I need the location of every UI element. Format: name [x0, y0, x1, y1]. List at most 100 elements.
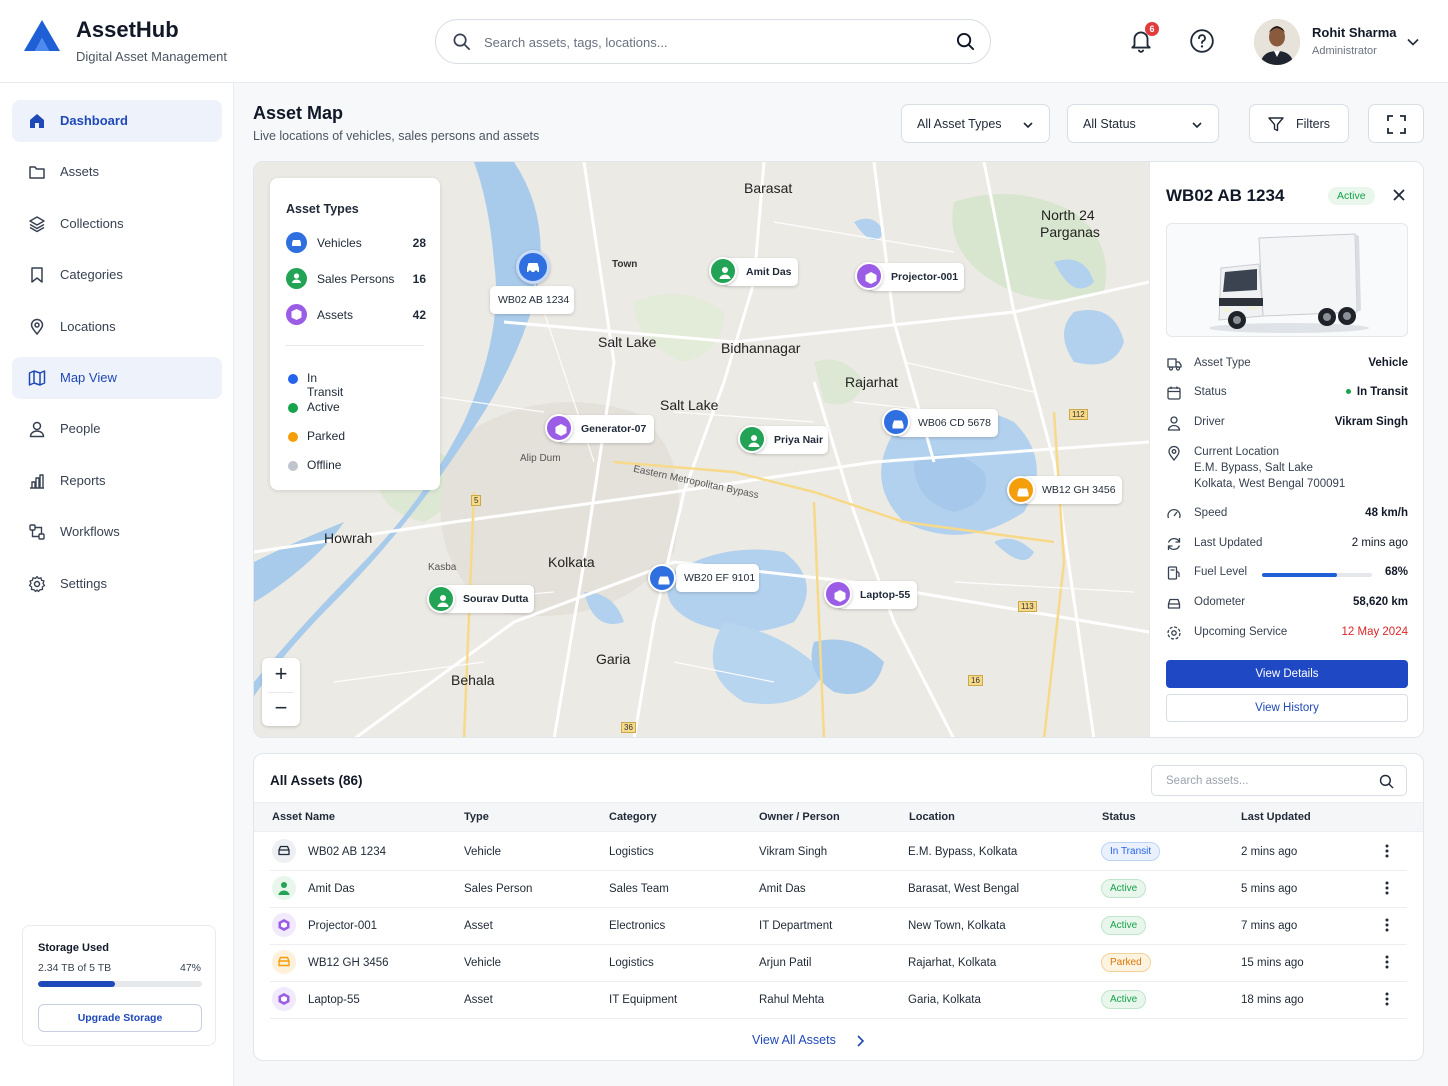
status-badge: Active	[1101, 990, 1147, 1009]
legend-vehicles[interactable]: Vehicles 28	[286, 232, 426, 254]
view-all-assets-link[interactable]: View All Assets	[752, 1033, 836, 1047]
column-header[interactable]: Last Updated	[1241, 811, 1311, 823]
cell-name[interactable]: Amit Das	[308, 883, 355, 895]
column-header[interactable]: Asset Name	[272, 811, 335, 823]
map-marker-wb06[interactable]: WB06 CD 5678	[896, 409, 998, 437]
search-icon	[453, 33, 470, 50]
column-header[interactable]: Owner / Person	[759, 811, 840, 823]
cell-name[interactable]: Laptop-55	[308, 994, 360, 1006]
location-pin-icon	[1168, 445, 1180, 461]
page-subtitle: Live locations of vehicles, sales person…	[253, 129, 540, 143]
detail-driver: Driver Vikram Singh	[1166, 414, 1408, 432]
sidebar-item-dashboard[interactable]: Dashboard	[12, 100, 222, 142]
map-canvas[interactable]: Barasat North 24 Parganas Salt Lake Bidh…	[254, 162, 1149, 737]
sidebar-item-locations[interactable]: Locations	[12, 306, 222, 348]
speedometer-icon	[1167, 508, 1181, 519]
top-header: AssetHub Digital Asset Management 6 Rohi…	[0, 0, 1448, 83]
sidebar-item-map-view[interactable]: Map View	[12, 357, 222, 399]
car-icon	[1167, 598, 1181, 609]
filter-icon	[1268, 117, 1284, 132]
status-select[interactable]: All Status	[1067, 104, 1219, 143]
global-search-input[interactable]	[484, 30, 944, 54]
person-icon	[272, 876, 296, 900]
storage-percent: 47%	[179, 962, 201, 974]
person-icon	[286, 268, 307, 289]
map-marker-sourav-dutta[interactable]: Sourav Dutta	[442, 585, 534, 613]
detail-value: 12 May 2024	[1341, 626, 1409, 638]
assethub-logo[interactable]	[22, 18, 62, 54]
legend-assets[interactable]: Assets 42	[286, 304, 426, 326]
more-options-icon[interactable]	[1385, 992, 1389, 1006]
car-icon[interactable]	[882, 408, 910, 436]
box-icon	[272, 913, 296, 937]
view-details-button[interactable]: View Details	[1166, 660, 1408, 688]
sidebar-item-assets[interactable]: Assets	[12, 151, 222, 193]
cell-name[interactable]: Projector-001	[308, 920, 377, 932]
sidebar-item-workflows[interactable]: Workflows	[12, 511, 222, 553]
sidebar-item-label: People	[60, 421, 101, 436]
sidebar-item-settings[interactable]: Settings	[12, 563, 222, 605]
fullscreen-button[interactable]	[1368, 104, 1424, 143]
sidebar-item-collections[interactable]: Collections	[12, 203, 222, 245]
map-marker-wb12[interactable]: WB12 GH 3456	[1022, 476, 1122, 504]
road-marker: 16	[968, 675, 983, 686]
search-submit-icon[interactable]	[956, 32, 975, 51]
more-options-icon[interactable]	[1385, 844, 1389, 858]
person-icon	[29, 421, 45, 438]
table-search[interactable]	[1151, 765, 1407, 796]
car-icon[interactable]	[1007, 476, 1035, 504]
table-search-input[interactable]	[1166, 772, 1366, 790]
more-options-icon[interactable]	[1385, 955, 1389, 969]
table-row[interactable]: Laptop-55 Asset IT Equipment Rahul Mehta…	[270, 982, 1407, 1019]
sidebar-item-categories[interactable]: Categories	[12, 254, 222, 296]
zoom-out-button[interactable]: −	[262, 692, 300, 726]
status-select-value: All Status	[1083, 117, 1136, 131]
cell-owner: Rahul Mehta	[759, 994, 825, 1006]
chevron-down-icon[interactable]	[1406, 35, 1420, 49]
map-marker-projector[interactable]: Projector-001	[869, 263, 964, 291]
map-marker-wb02-label[interactable]: WB02 AB 1234	[490, 286, 574, 314]
storage-title: Storage Used	[38, 942, 109, 954]
column-header[interactable]: Location	[909, 811, 955, 823]
cell-name[interactable]: WB02 AB 1234	[308, 846, 386, 858]
detail-value: Vikram Singh	[1334, 416, 1408, 428]
table-title: All Assets (86)	[270, 773, 363, 788]
column-header[interactable]: Category	[609, 811, 657, 823]
person-icon[interactable]	[709, 257, 737, 285]
search-icon[interactable]	[1379, 774, 1394, 789]
asset-type-select[interactable]: All Asset Types	[901, 104, 1050, 143]
column-header[interactable]: Type	[464, 811, 489, 823]
more-options-icon[interactable]	[1385, 881, 1389, 895]
gear-icon	[28, 575, 46, 593]
table-row[interactable]: WB02 AB 1234 Vehicle Logistics Vikram Si…	[270, 834, 1407, 871]
map-marker-wb02[interactable]	[516, 250, 550, 284]
chevron-right-icon[interactable]	[854, 1034, 866, 1048]
close-icon[interactable]	[1392, 188, 1406, 202]
global-search[interactable]	[435, 19, 991, 64]
box-icon[interactable]	[855, 262, 883, 290]
car-icon[interactable]	[648, 564, 676, 592]
user-avatar[interactable]	[1254, 19, 1300, 65]
table-row[interactable]: WB12 GH 3456 Vehicle Logistics Arjun Pat…	[270, 945, 1407, 982]
table-row[interactable]: Projector-001 Asset Electronics IT Depar…	[270, 908, 1407, 945]
filters-button[interactable]: Filters	[1249, 104, 1349, 143]
column-header[interactable]: Status	[1102, 811, 1136, 823]
view-history-button[interactable]: View History	[1166, 694, 1408, 722]
box-icon[interactable]	[545, 414, 573, 442]
map-marker-wb20[interactable]: WB20 EF 9101	[676, 564, 759, 592]
map-marker-generator[interactable]: Generator-07	[559, 415, 654, 443]
person-icon[interactable]	[738, 425, 766, 453]
more-options-icon[interactable]	[1385, 918, 1389, 932]
legend-sales-persons[interactable]: Sales Persons 16	[286, 268, 426, 290]
zoom-in-button[interactable]: +	[262, 658, 300, 692]
cell-name[interactable]: WB12 GH 3456	[308, 957, 389, 969]
sidebar-item-people[interactable]: People	[12, 408, 222, 450]
help-icon[interactable]	[1189, 28, 1215, 54]
sidebar-item-reports[interactable]: Reports	[12, 460, 222, 502]
table-row[interactable]: Amit Das Sales Person Sales Team Amit Da…	[270, 871, 1407, 908]
person-icon[interactable]	[427, 585, 455, 613]
upgrade-storage-button[interactable]: Upgrade Storage	[38, 1004, 202, 1032]
fuel-level-bar	[1262, 573, 1372, 577]
road-marker: 36	[621, 722, 636, 733]
box-icon[interactable]	[824, 580, 852, 608]
